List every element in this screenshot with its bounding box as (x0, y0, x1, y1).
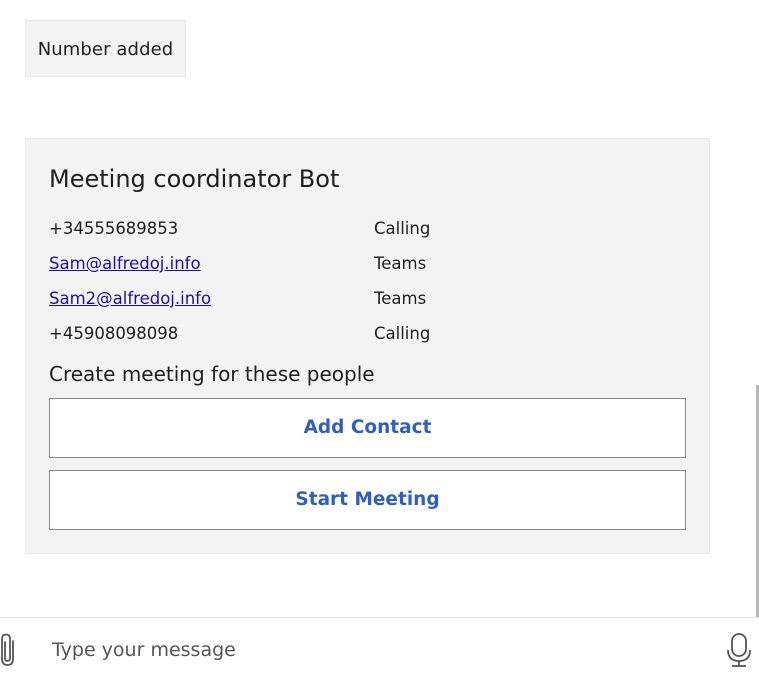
contact-row: +45908098098 Calling (49, 324, 689, 348)
contact-email-link[interactable]: Sam@alfredoj.info (49, 254, 201, 273)
contact-row: Sam2@alfredoj.info Teams (49, 289, 689, 313)
user-message-bubble: Number added (25, 20, 186, 77)
start-meeting-button[interactable]: Start Meeting (49, 470, 686, 530)
contact-row: +34555689853 Calling (49, 219, 689, 243)
card-prompt: Create meeting for these people (49, 362, 375, 386)
contact-method: Calling (374, 219, 431, 238)
microphone-icon[interactable] (724, 632, 754, 668)
adaptive-card: Meeting coordinator Bot +34555689853 Cal… (25, 138, 710, 554)
message-composer (0, 617, 759, 679)
contact-value: +45908098098 (49, 324, 179, 343)
contact-method: Teams (374, 289, 427, 308)
message-input[interactable] (52, 630, 692, 670)
contact-row: Sam@alfredoj.info Teams (49, 254, 689, 278)
contact-method: Calling (374, 324, 431, 343)
contact-method: Teams (374, 254, 427, 273)
card-title: Meeting coordinator Bot (49, 165, 340, 193)
chat-window: Number added Meeting coordinator Bot +34… (0, 0, 759, 679)
add-contact-button[interactable]: Add Contact (49, 398, 686, 458)
contact-value: +34555689853 (49, 219, 179, 238)
paperclip-icon[interactable] (0, 632, 20, 668)
user-message-text: Number added (37, 39, 174, 60)
contact-email-link[interactable]: Sam2@alfredoj.info (49, 289, 211, 308)
